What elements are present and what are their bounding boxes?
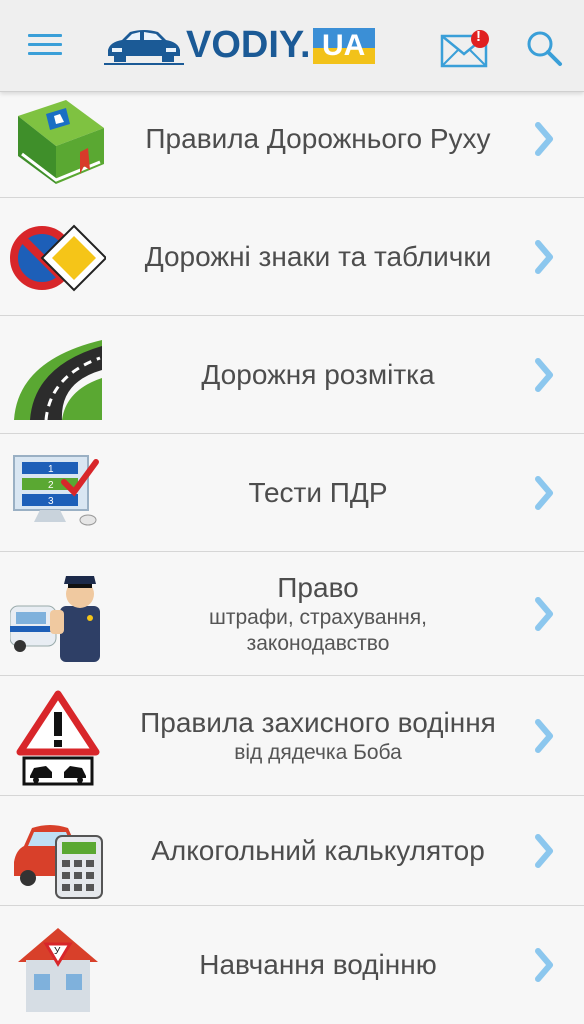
- menu-item-tests[interactable]: 1 2 3 Тести ПДР: [0, 434, 584, 552]
- menu-item-title: Навчання водінню: [199, 949, 437, 980]
- chevron-right-icon: [535, 948, 553, 982]
- menu-item-law[interactable]: Право штрафи, страхування, законодавство: [0, 552, 584, 676]
- road-marking-icon: [14, 340, 102, 421]
- menu-item-subtitle: від дядечка Боба: [234, 740, 402, 764]
- chevron-right-icon: [535, 834, 553, 868]
- road-signs-icon: [10, 224, 106, 292]
- chevron-right-icon: [535, 597, 553, 631]
- logo-ua-flag: UA: [312, 27, 375, 64]
- notification-badge: !: [476, 28, 481, 45]
- logo-text: VODIY.: [186, 24, 311, 66]
- menu-item-title: Право: [277, 571, 359, 603]
- search-icon: [527, 31, 562, 66]
- search-button[interactable]: [524, 28, 564, 68]
- vodiy-logo[interactable]: VODIY. UA: [104, 20, 375, 72]
- driving-school-house-icon: У: [18, 928, 98, 1012]
- menu-item-road-signs[interactable]: Дорожні знаки та таблички: [0, 198, 584, 316]
- svg-text:3: 3: [48, 496, 54, 507]
- car-calculator-icon: [14, 825, 103, 899]
- chevron-right-icon: [535, 476, 553, 510]
- menu-item-title: Дорожня розмітка: [201, 358, 435, 390]
- chevron-right-icon: [535, 719, 553, 753]
- chevron-right-icon: [535, 122, 553, 156]
- envelope-icon: [440, 30, 489, 68]
- menu-item-traffic-rules[interactable]: Правила Дорожнього Руху: [0, 80, 584, 198]
- menu-item-alcohol-calculator[interactable]: Алкогольний калькулятор: [0, 796, 584, 906]
- menu-item-road-marking[interactable]: Дорожня розмітка: [0, 316, 584, 434]
- menu-item-title: Тести ПДР: [248, 476, 388, 508]
- menu-item-title: Дорожні знаки та таблички: [144, 240, 492, 272]
- menu-item-subtitle: штрафи, страхування,: [209, 605, 427, 629]
- chevron-right-icon: [535, 358, 553, 392]
- svg-text:1: 1: [48, 464, 54, 475]
- police-officer-icon: [10, 576, 100, 662]
- menu-item-title: Алкогольний калькулятор: [151, 834, 485, 866]
- menu-item-defensive-driving[interactable]: Правила захисного водіння від дядечка Бо…: [0, 676, 584, 796]
- menu-item-title: Правила захисного водіння: [140, 706, 496, 738]
- svg-text:2: 2: [48, 480, 54, 491]
- tests-monitor-icon: 1 2 3: [13, 455, 99, 526]
- svg-text:У: У: [54, 946, 61, 957]
- rules-book-icon: [18, 100, 104, 184]
- menu-item-title: Правила Дорожнього Руху: [145, 122, 491, 154]
- hamburger-menu-icon[interactable]: [28, 34, 62, 58]
- messages-button[interactable]: !: [440, 28, 492, 68]
- car-logo-icon: [104, 30, 184, 65]
- menu-item-driving-school[interactable]: У Навчання водінню: [0, 906, 584, 1024]
- chevron-right-icon: [535, 240, 553, 274]
- menu-item-subtitle: законодавство: [246, 631, 390, 655]
- app-bar: VODIY. UA !: [0, 0, 584, 92]
- warning-crash-icon: [16, 690, 100, 786]
